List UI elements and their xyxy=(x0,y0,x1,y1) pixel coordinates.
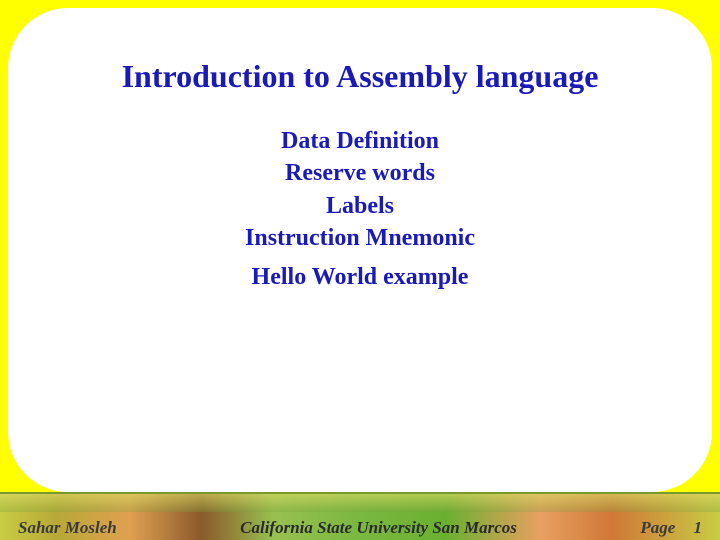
topic-item: Labels xyxy=(48,190,672,222)
topic-item: Hello World example xyxy=(48,261,672,293)
topic-item: Reserve words xyxy=(48,157,672,189)
topics-list: Data Definition Reserve words Labels Ins… xyxy=(48,125,672,293)
slide-title: Introduction to Assembly language xyxy=(48,58,672,95)
footer-institution: California State University San Marcos xyxy=(117,518,641,538)
footer-page: Page 1 xyxy=(640,518,702,538)
topic-item: Instruction Mnemonic xyxy=(48,222,672,254)
slide-footer: Sahar Mosleh California State University… xyxy=(0,492,720,540)
footer-gradient-overlay xyxy=(0,494,720,512)
page-number: 1 xyxy=(694,518,703,537)
slide-frame: Introduction to Assembly language Data D… xyxy=(8,8,712,492)
footer-author: Sahar Mosleh xyxy=(18,518,117,538)
page-label: Page xyxy=(640,518,675,537)
topic-item: Data Definition xyxy=(48,125,672,157)
